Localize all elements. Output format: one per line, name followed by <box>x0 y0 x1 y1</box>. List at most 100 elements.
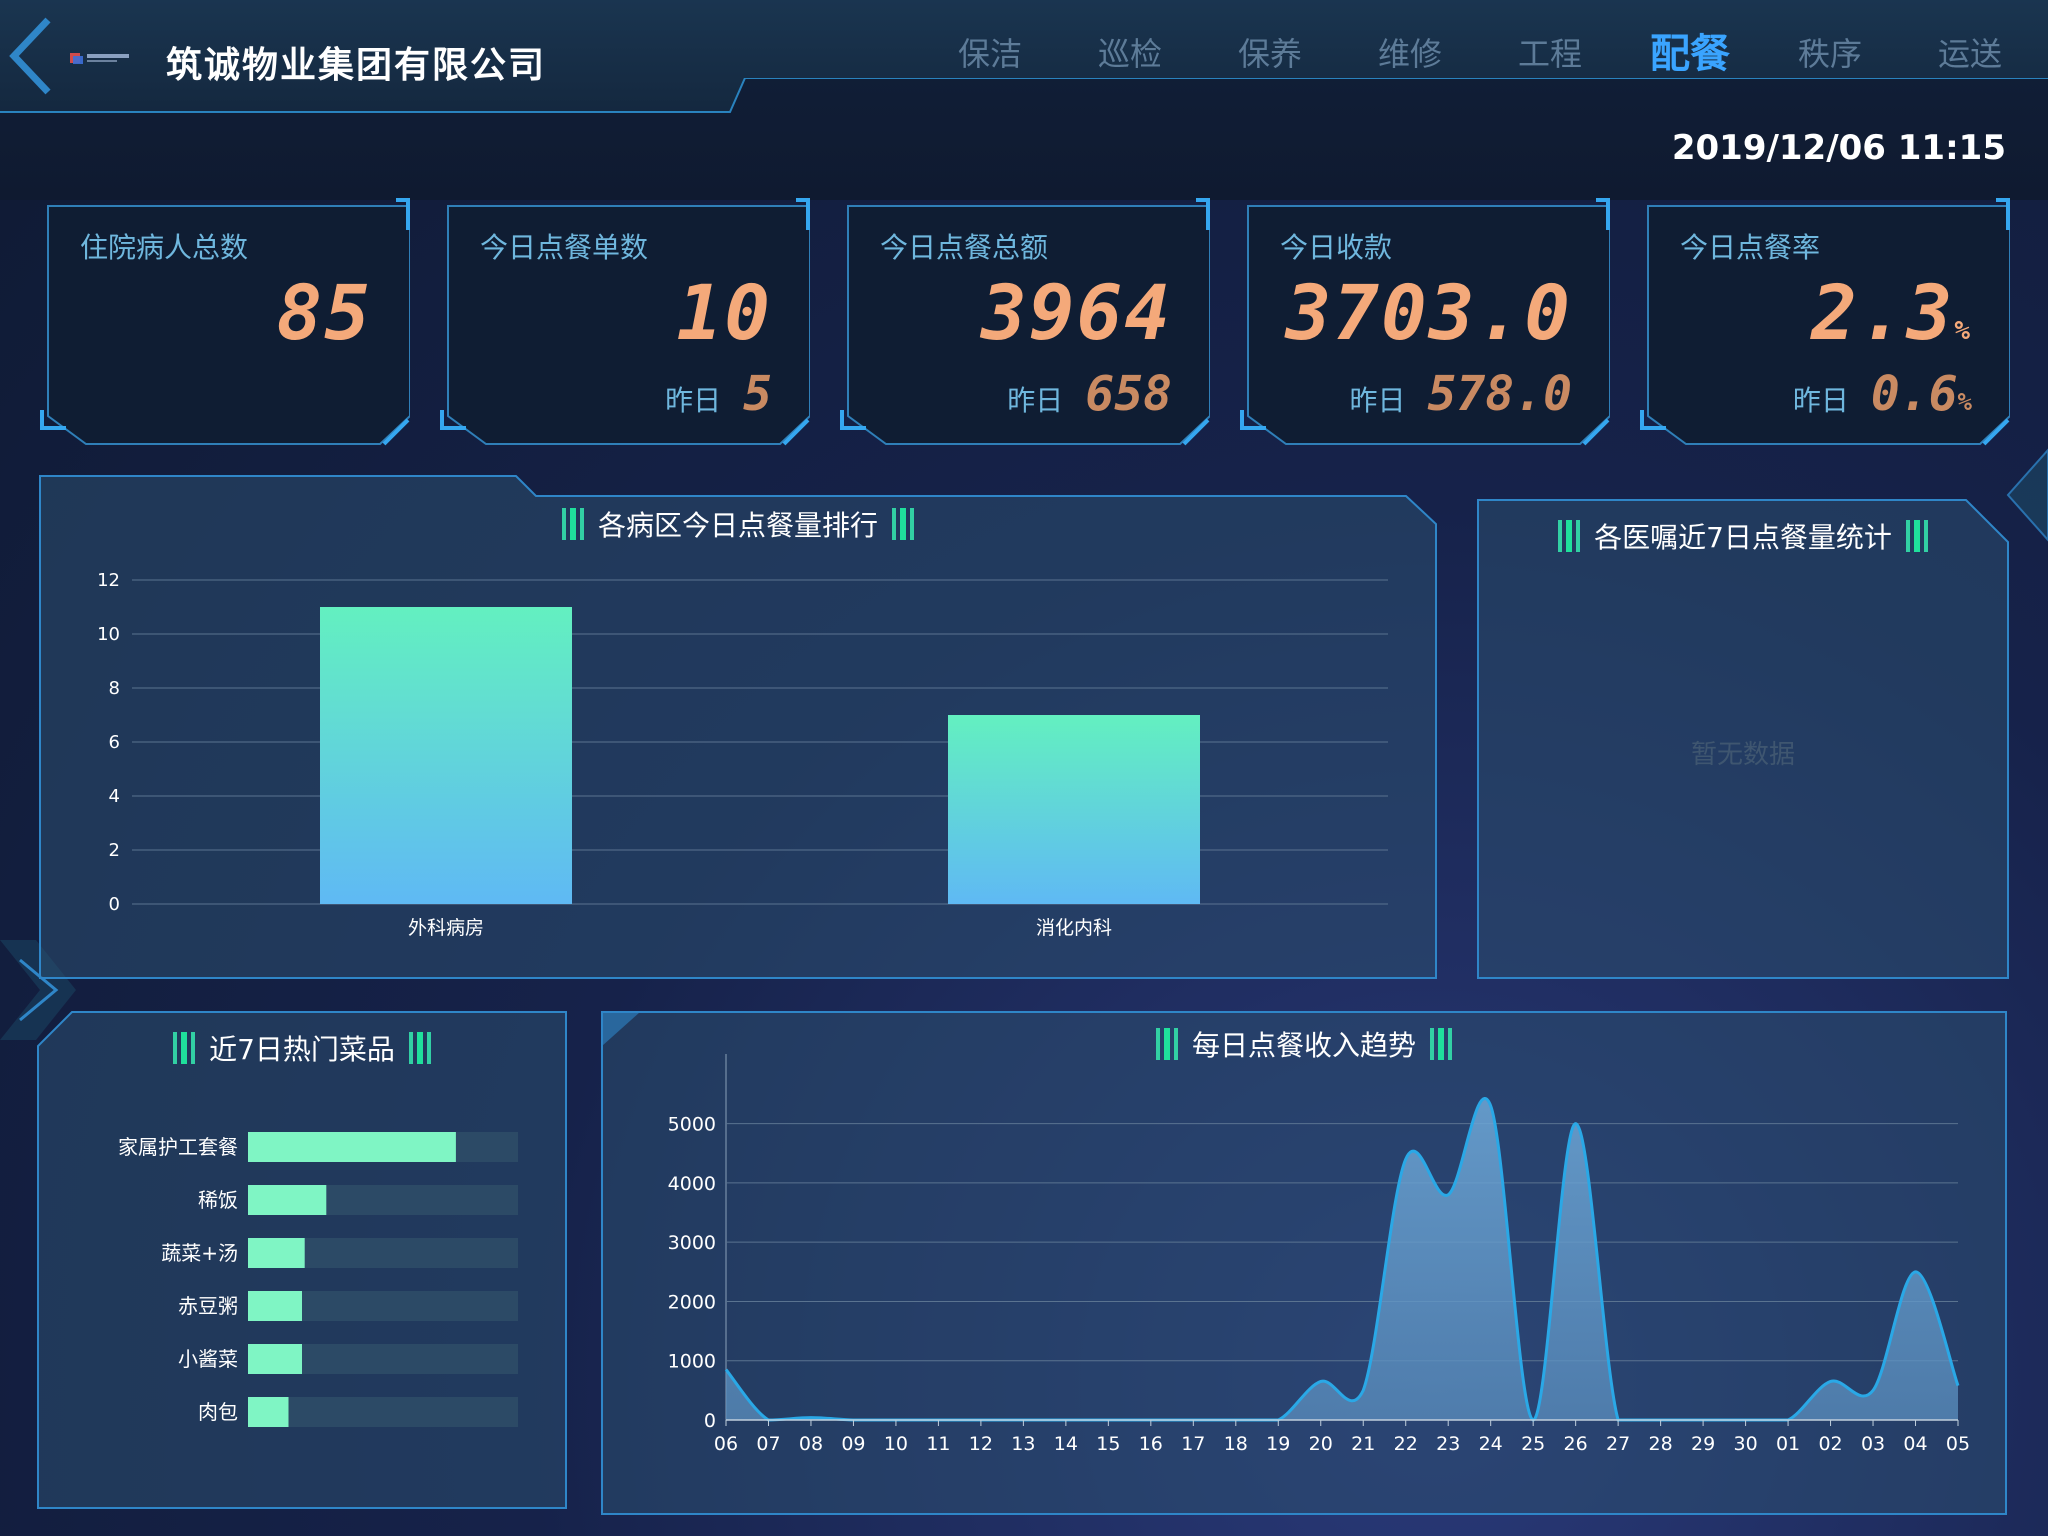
stat-card-1: 今日点餐单数 10 昨日 5 <box>440 198 810 446</box>
doctor-order-panel: 各医嘱近7日点餐量统计 暂无数据 <box>1476 498 2010 980</box>
chevron-left-icon <box>9 17 51 95</box>
hot-dishes-panel: 近7日热门菜品 家属护工套餐 稀饭 蔬菜+汤 赤豆粥 小酱菜 肉包 <box>36 1010 568 1510</box>
tab-5[interactable]: 配餐 <box>1620 30 1760 78</box>
y-tick-label: 4 <box>109 786 120 807</box>
y-tick-label: 4000 <box>668 1173 716 1195</box>
revenue-area <box>726 1098 1958 1420</box>
empty-data-text: 暂无数据 <box>1690 740 1795 770</box>
x-tick-label: 17 <box>1181 1433 1205 1455</box>
card-label: 今日点餐单数 <box>480 231 649 264</box>
x-tick-label: 18 <box>1224 1433 1248 1455</box>
company-logo-icon <box>70 53 129 64</box>
tab-1[interactable]: 巡检 <box>1060 30 1200 78</box>
x-tick-label: 09 <box>841 1433 865 1455</box>
x-tick-label: 22 <box>1394 1433 1418 1455</box>
dish-bar-赤豆粥 <box>248 1291 302 1321</box>
x-tick-label: 08 <box>799 1433 823 1455</box>
dish-bar-稀饭 <box>248 1185 327 1215</box>
revenue-trend-panel: 每日点餐收入趋势 0 1000 2000 3000 4000 5000 06 07 08 09 10… <box>600 1010 2008 1516</box>
module-nav: 保洁 巡检 保养 维修 工程 配餐 秩序 运送 <box>920 30 2040 78</box>
yesterday-number: 658 <box>1085 366 1172 422</box>
stat-card-4: 今日点餐率 2.3% 昨日 0.6% <box>1640 198 2010 446</box>
x-tick-label: 16 <box>1139 1433 1163 1455</box>
x-tick-label: 29 <box>1691 1433 1715 1455</box>
x-tick-label: 23 <box>1436 1433 1460 1455</box>
card-value-number: 3964 <box>980 268 1172 357</box>
x-tick-label: 消化内科 <box>1036 917 1112 939</box>
hot-dishes-chart: 家属护工套餐稀饭蔬菜+汤赤豆粥小酱菜肉包 <box>118 1132 518 1427</box>
x-tick-label: 27 <box>1606 1433 1630 1455</box>
x-tick-label: 28 <box>1649 1433 1673 1455</box>
x-tick-label: 02 <box>1818 1433 1842 1455</box>
title-bars-icon <box>1905 520 1928 552</box>
revenue-line <box>724 1096 1960 1422</box>
yesterday-value: 578.0 <box>1428 366 1573 422</box>
doctor-order-title-text: 各医嘱近7日点餐量统计 <box>1594 521 1892 554</box>
tab-4[interactable]: 工程 <box>1480 30 1620 78</box>
card-value-number: 2.3 <box>1811 268 1955 357</box>
dish-bar-肉包 <box>248 1397 289 1427</box>
card-value: 3964 <box>981 268 1172 357</box>
current-datetime: 2019/12/06 11:15 <box>1671 128 2006 168</box>
card-label: 住院病人总数 <box>80 231 249 264</box>
y-tick-label: 1000 <box>668 1351 716 1373</box>
yesterday-value: 5 <box>743 366 772 422</box>
card-label: 今日点餐率 <box>1680 231 1821 264</box>
card-yesterday: 昨日 658 <box>1007 366 1172 422</box>
company-title: 筑诚物业集团有限公司 <box>166 45 547 86</box>
y-tick-label: 12 <box>97 570 120 591</box>
y-tick-label: 6 <box>109 732 120 753</box>
x-tick-label: 24 <box>1479 1433 1503 1455</box>
card-value-unit: % <box>1954 316 1972 346</box>
card-value-number: 3703.0 <box>1285 268 1572 357</box>
ward-ranking-panel: 各病区今日点餐量排行 0 2 4 6 8 10 12 外科病房 消化内科 <box>36 474 1440 980</box>
title-bars-icon <box>1558 520 1581 552</box>
y-tick-label: 0 <box>109 894 120 915</box>
y-tick-label: 8 <box>109 678 120 699</box>
tab-2[interactable]: 保养 <box>1200 30 1340 78</box>
x-tick-label: 07 <box>756 1433 780 1455</box>
x-tick-label: 05 <box>1946 1433 1970 1455</box>
card-value: 85 <box>276 268 372 357</box>
tab-7[interactable]: 运送 <box>1900 30 2040 78</box>
x-tick-label: 20 <box>1309 1433 1333 1455</box>
dish-label: 稀饭 <box>198 1188 238 1212</box>
stat-card-2: 今日点餐总额 3964 昨日 658 <box>840 198 1210 446</box>
dish-label: 肉包 <box>198 1400 238 1424</box>
yesterday-number: 578.0 <box>1427 366 1573 422</box>
x-tick-label: 15 <box>1096 1433 1120 1455</box>
header-bar: 筑诚物业集团有限公司 保洁 巡检 保养 维修 工程 配餐 秩序 运送 2019/12/06 1… <box>0 0 2048 200</box>
card-value: 2.3% <box>1811 268 1972 357</box>
tab-3[interactable]: 维修 <box>1340 30 1480 78</box>
yesterday-value: 658 <box>1085 366 1172 422</box>
dish-label: 赤豆粥 <box>178 1294 238 1318</box>
x-tick-label: 01 <box>1776 1433 1800 1455</box>
ward-ranking-chart: 0 2 4 6 8 10 12 外科病房 消化内科 <box>97 570 1388 939</box>
card-value: 10 <box>676 268 772 357</box>
x-tick-label: 26 <box>1564 1433 1588 1455</box>
x-tick-label: 14 <box>1054 1433 1078 1455</box>
card-value-number: 85 <box>276 268 372 357</box>
stat-card-3: 今日收款 3703.0 昨日 578.0 <box>1240 198 1610 446</box>
bar-外科病房 <box>320 607 572 904</box>
x-tick-label: 25 <box>1521 1433 1545 1455</box>
tab-0[interactable]: 保洁 <box>920 30 1060 78</box>
x-tick-label: 06 <box>714 1433 738 1455</box>
bar-消化内科 <box>948 715 1200 904</box>
x-tick-label: 12 <box>969 1433 993 1455</box>
y-tick-label: 2 <box>109 840 120 861</box>
revenue-trend-chart: 0 1000 2000 3000 4000 5000 06 07 08 09 10 11 12 13 14 1… <box>668 1054 1970 1455</box>
x-tick-label: 13 <box>1011 1433 1035 1455</box>
x-tick-label: 30 <box>1733 1433 1757 1455</box>
tab-6[interactable]: 秩序 <box>1760 30 1900 78</box>
dish-bar-家属护工套餐 <box>248 1132 456 1162</box>
dish-bar-小酱菜 <box>248 1344 302 1374</box>
doctor-order-title: 各医嘱近7日点餐量统计 <box>1476 516 2010 556</box>
x-tick-label: 21 <box>1351 1433 1375 1455</box>
yesterday-value: 0.6% <box>1871 366 1972 422</box>
back-button[interactable] <box>6 16 56 96</box>
y-tick-label: 5000 <box>668 1114 716 1136</box>
y-tick-label: 3000 <box>668 1232 716 1254</box>
yesterday-label: 昨日 <box>1007 384 1064 417</box>
stat-card-0: 住院病人总数 85 <box>40 198 410 446</box>
